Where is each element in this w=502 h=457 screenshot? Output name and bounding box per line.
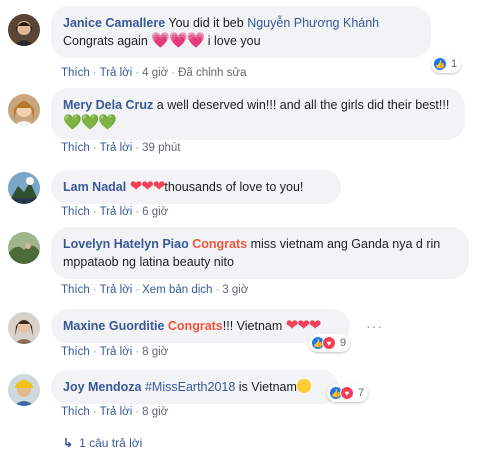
- like-action[interactable]: Thích: [61, 406, 90, 418]
- comment-author[interactable]: Janice Camallere: [63, 16, 165, 30]
- comment-bubble: Lam Nadal ❤❤❤thousands of love to you!: [51, 170, 341, 204]
- highlight-word: Congrats: [192, 237, 248, 251]
- reaction-count: 1: [451, 58, 458, 70]
- comment-bubble: Mery Dela Cruz a well deserved win!!! an…: [51, 88, 465, 140]
- comment-author[interactable]: Maxine Guorditie: [63, 319, 164, 333]
- timestamp[interactable]: 4 giờ: [142, 67, 168, 79]
- reply-action[interactable]: Trả lời: [100, 406, 133, 418]
- view-replies-link[interactable]: ↳ 1 câu trả lời: [63, 436, 142, 450]
- reply-action[interactable]: Trả lời: [100, 206, 133, 218]
- comment-actions: Thích · Trả lời · 39 phút: [61, 142, 181, 154]
- comment-bubble: Joy Mendoza #MissEarth2018 is Vietnam: [51, 370, 339, 404]
- comment-author[interactable]: Lovelyn Hatelyn Piao: [63, 237, 189, 251]
- comment-text: You did it beb: [165, 16, 248, 30]
- comment-actions: Thích · Trả lời · 8 giờ: [61, 406, 169, 418]
- love-icon: ♥: [322, 336, 336, 350]
- comment-text: thousands of love to you!: [164, 180, 304, 194]
- heart-emoji: ❤❤❤: [285, 317, 322, 334]
- timestamp[interactable]: 6 giờ: [142, 206, 168, 218]
- comment-author[interactable]: Joy Mendoza: [63, 380, 142, 394]
- comment-actions: Thích · Trả lời · Xem bản dịch · 3 giờ: [61, 284, 249, 296]
- comment-text: i love you: [204, 34, 261, 48]
- like-action[interactable]: Thích: [61, 142, 90, 154]
- timestamp[interactable]: 8 giờ: [142, 406, 168, 418]
- reply-action[interactable]: Trả lời: [100, 346, 133, 358]
- like-action[interactable]: Thích: [61, 284, 90, 296]
- reaction-badge[interactable]: 👍 1: [431, 55, 462, 73]
- comment-text: is Vietnam: [235, 380, 297, 394]
- reply-arrow-icon: ↳: [63, 436, 74, 450]
- green-heart-emoji: 💚💚💚: [63, 114, 117, 131]
- avatar[interactable]: [8, 14, 40, 46]
- comment-author[interactable]: Mery Dela Cruz: [63, 98, 153, 112]
- replies-count-label[interactable]: 1 câu trả lời: [79, 436, 142, 450]
- comment-bubble: Janice Camallere You did it beb Nguyễn P…: [51, 6, 431, 58]
- comment-author[interactable]: Lam Nadal: [63, 180, 126, 194]
- comment-text: !!! Vietnam: [222, 319, 286, 333]
- like-action[interactable]: Thích: [61, 206, 90, 218]
- heart-eyes-emoji: [296, 379, 311, 393]
- reaction-badge[interactable]: 👍 ♥ 9: [309, 334, 351, 352]
- reaction-count: 9: [340, 337, 347, 349]
- comment-bubble: Maxine Guorditie Congrats!!! Vietnam ❤❤❤: [51, 309, 350, 343]
- comment-actions: Thích · Trả lời · 8 giờ: [61, 346, 169, 358]
- more-icon[interactable]: ···: [366, 318, 383, 334]
- comment-actions: Thích · Trả lời · 6 giờ: [61, 206, 169, 218]
- reply-action[interactable]: Trả lời: [100, 67, 133, 79]
- translate-action[interactable]: Xem bản dịch: [142, 284, 212, 296]
- avatar[interactable]: [8, 172, 40, 204]
- edited-label[interactable]: Đã chỉnh sửa: [178, 67, 246, 79]
- highlight-word: Congrats: [167, 319, 223, 333]
- avatar[interactable]: [8, 94, 40, 126]
- comment-actions: Thích · Trả lời · 4 giờ · Đã chỉnh sửa: [61, 67, 247, 79]
- mention-link[interactable]: Nguyễn Phương Khánh: [247, 16, 379, 30]
- love-icon: ♥: [340, 386, 354, 400]
- heart-emoji: ❤❤❤: [129, 178, 166, 195]
- reply-action[interactable]: Trả lời: [100, 142, 133, 154]
- avatar[interactable]: [8, 374, 40, 406]
- reply-action[interactable]: Trả lời: [100, 284, 133, 296]
- hashtag-link[interactable]: #MissEarth2018: [145, 380, 235, 394]
- reaction-badge[interactable]: 👍 ♥ 7: [327, 384, 369, 402]
- like-action[interactable]: Thích: [61, 67, 90, 79]
- timestamp[interactable]: 8 giờ: [142, 346, 168, 358]
- like-icon: 👍: [433, 57, 447, 71]
- comment-bubble: Lovelyn Hatelyn Piao Congrats miss vietn…: [51, 227, 469, 279]
- like-action[interactable]: Thích: [61, 346, 90, 358]
- comment-text: a well deserved win!!! and all the girls…: [153, 98, 450, 112]
- comment-text: Congrats again: [63, 34, 152, 48]
- timestamp[interactable]: 39 phút: [142, 142, 180, 154]
- avatar[interactable]: [8, 232, 40, 264]
- heart-emoji: 💗💗💗: [151, 32, 205, 49]
- timestamp[interactable]: 3 giờ: [222, 284, 248, 296]
- reaction-count: 7: [358, 387, 365, 399]
- avatar[interactable]: [8, 312, 40, 344]
